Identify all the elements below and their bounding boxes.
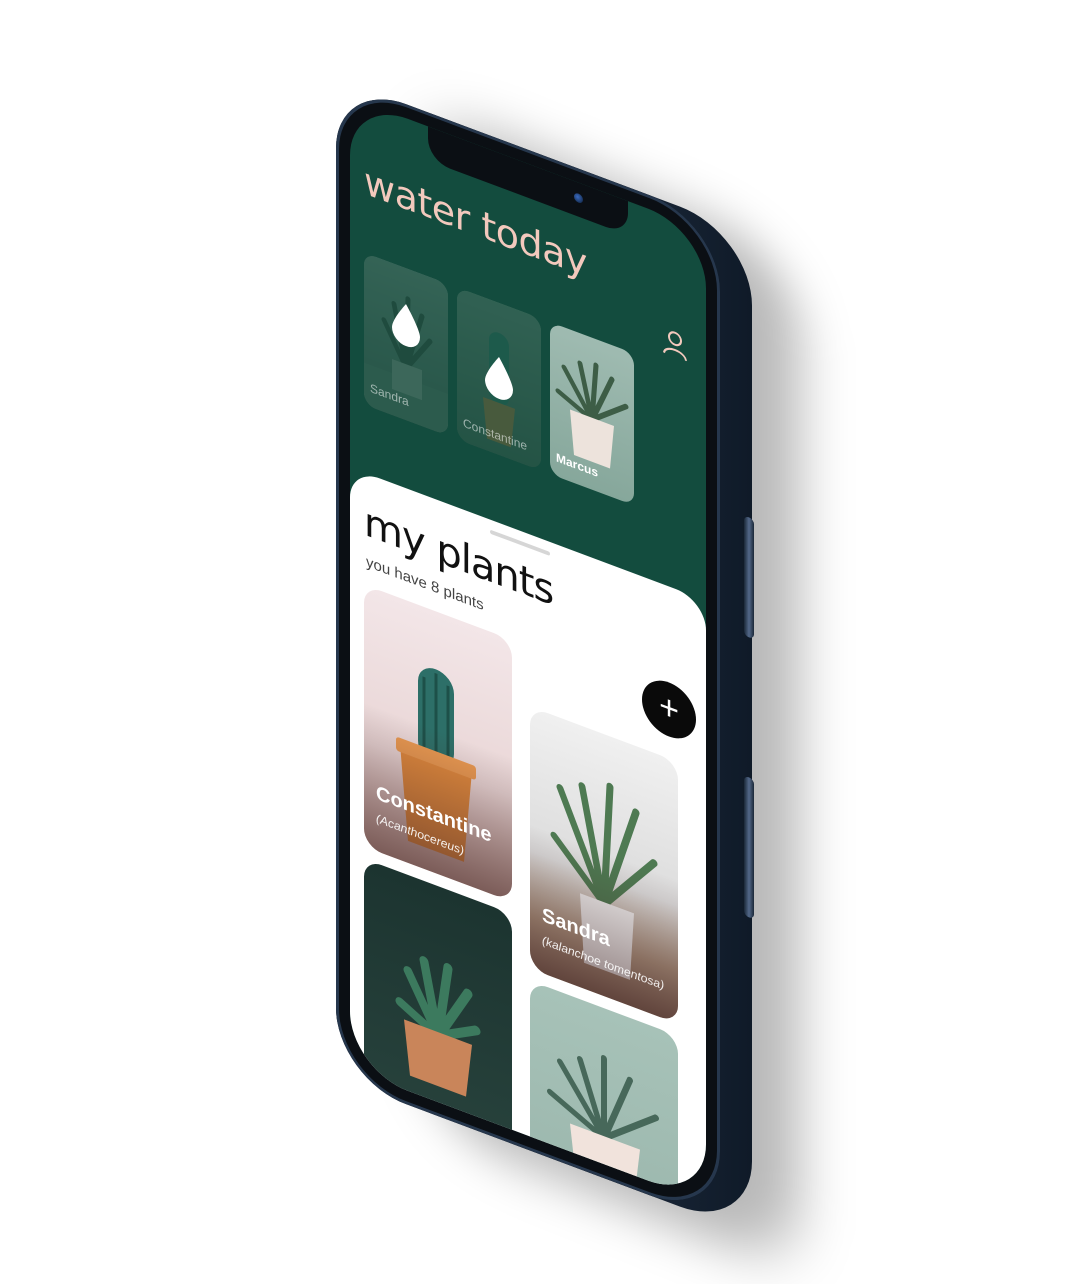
water-today-card[interactable]: Marcus [550, 322, 634, 506]
person-icon[interactable] [660, 323, 690, 364]
front-camera [574, 191, 583, 205]
water-today-card[interactable]: Constantine [457, 287, 541, 471]
device-mockup-scene: water today Sandra Constantine Marcus my… [0, 0, 1080, 1284]
phone-device: water today Sandra Constantine Marcus my… [336, 78, 754, 1234]
plant-card[interactable] [364, 858, 512, 1176]
app-screen: water today Sandra Constantine Marcus my… [350, 97, 706, 1203]
plant-card[interactable]: Sandra (kalanchoe tomentosa) [530, 706, 678, 1024]
plant-card[interactable]: Constantine (Acanthocereus) [364, 584, 512, 902]
water-today-card[interactable]: Sandra [364, 252, 448, 436]
add-plant-button[interactable]: + [642, 672, 696, 747]
side-lower-button [744, 775, 754, 920]
my-plants-sheet: my plants you have 8 plants + Constantin… [350, 467, 706, 1203]
water-today-list: Sandra Constantine Marcus [364, 252, 634, 506]
phone-frame: water today Sandra Constantine Marcus my… [336, 78, 720, 1222]
plant-photo [395, 956, 481, 1097]
card-gradient [364, 584, 512, 902]
power-button [744, 515, 754, 640]
